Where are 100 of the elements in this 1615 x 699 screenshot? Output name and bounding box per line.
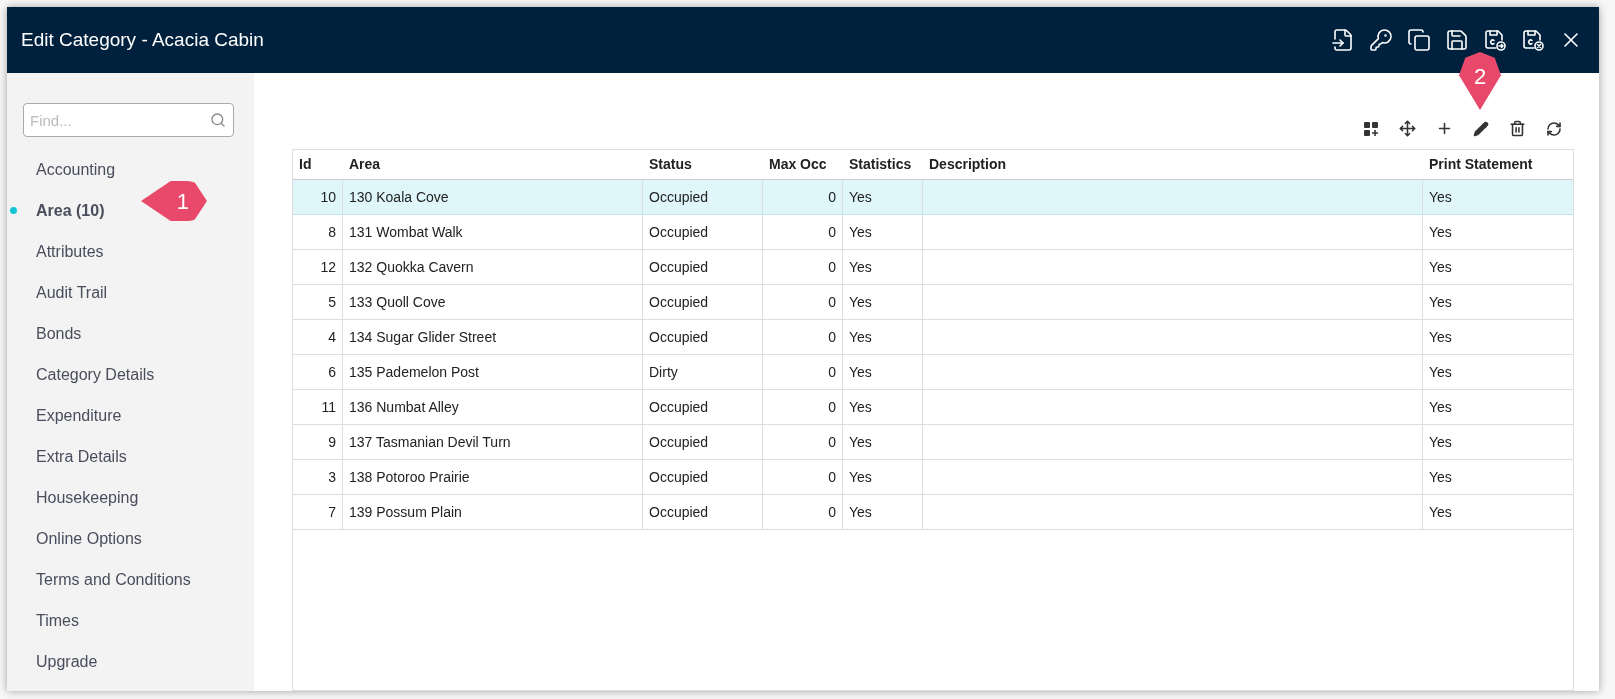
table-cell-text: Dirty	[649, 362, 678, 382]
table-row[interactable]: 3 138 Potoroo Prairie Occupied 0 Yes Yes	[293, 460, 1573, 495]
table-row[interactable]: 5 133 Quoll Cove Occupied 0 Yes Yes	[293, 285, 1573, 320]
table-cell-text: 0	[828, 502, 836, 522]
table-cell-text: 0	[828, 397, 836, 417]
table-cell-text: Yes	[849, 502, 872, 522]
table-cell-text: 11	[321, 397, 336, 417]
callout-marker: 2	[1459, 52, 1501, 110]
file-import-icon[interactable]	[1331, 28, 1355, 52]
table-cell-text: 134 Sugar Glider Street	[349, 327, 497, 347]
table-row[interactable]: 9 137 Tasmanian Devil Turn Occupied 0 Yes Yes	[293, 425, 1573, 460]
sidebar-item[interactable]: Area (10)	[36, 198, 105, 223]
table-cell-text: 138 Potoroo Prairie	[349, 467, 470, 487]
table-cell-text: 0	[828, 362, 836, 382]
table-cell-text: Occupied	[649, 292, 709, 312]
table-cell-text: 133 Quoll Cove	[349, 292, 446, 312]
table-cell-text: 132 Quokka Cavern	[349, 257, 474, 277]
column-header[interactable]: Statistics	[843, 150, 923, 179]
key-icon[interactable]	[1369, 28, 1393, 52]
column-header[interactable]: Area	[343, 150, 643, 179]
column-header[interactable]: Print Statement	[1423, 150, 1573, 179]
table-cell-text: 0	[828, 327, 836, 347]
table-row[interactable]: 8 131 Wombat Walk Occupied 0 Yes Yes	[293, 215, 1573, 250]
callout-marker: 1	[141, 181, 207, 221]
table-cell-text: 8	[328, 222, 336, 242]
sidebar-item[interactable]: Accounting	[36, 157, 116, 182]
trash-icon[interactable]	[1509, 120, 1526, 137]
table-cell-text: Yes	[1429, 187, 1452, 207]
sidebar-item[interactable]: Expenditure	[36, 403, 122, 428]
table-cell-text: Yes	[849, 362, 872, 382]
column-header[interactable]: Max Occ	[763, 150, 843, 179]
table-cell-text: 131 Wombat Walk	[349, 222, 463, 242]
table-cell-text: 5	[328, 292, 336, 312]
table-cell-text: 12	[320, 257, 336, 277]
table-cell-text: Yes	[1429, 362, 1452, 382]
table-cell-text: Yes	[849, 187, 872, 207]
column-header[interactable]: Id	[293, 150, 343, 179]
table-cell-text: Occupied	[649, 187, 709, 207]
copy-icon[interactable]	[1407, 28, 1431, 52]
search-icon	[210, 112, 226, 128]
table-cell-text: 0	[828, 467, 836, 487]
table-cell-text: Occupied	[649, 467, 709, 487]
table-cell-text: Yes	[1429, 502, 1452, 522]
refresh-icon[interactable]	[1546, 121, 1562, 137]
save-icon[interactable]	[1445, 28, 1469, 52]
table-cell-text: Occupied	[649, 257, 709, 277]
table-cell-text: Occupied	[649, 397, 709, 417]
column-header[interactable]: Status	[643, 150, 763, 179]
save-arrow-icon[interactable]	[1483, 28, 1507, 52]
sidebar-item[interactable]: Terms and Conditions	[36, 567, 191, 592]
table-cell-text: Yes	[849, 222, 872, 242]
table-cell-text: Occupied	[649, 327, 709, 347]
sidebar-item[interactable]: Category Details	[36, 362, 155, 387]
table-cell-text: Yes	[1429, 257, 1452, 277]
table-cell-text: 135 Pademelon Post	[349, 362, 479, 382]
grid-plus-icon[interactable]	[1363, 121, 1379, 137]
table-cell-text: 3	[328, 467, 336, 487]
move-icon[interactable]	[1399, 120, 1416, 137]
table-cell-text: Yes	[1429, 327, 1452, 347]
table-cell-text: Yes	[1429, 397, 1452, 417]
table-cell-text: Occupied	[649, 502, 709, 522]
table-cell-text: 7	[328, 502, 336, 522]
table-cell-text: 0	[828, 222, 836, 242]
table-cell-text: 139 Possum Plain	[349, 502, 462, 522]
table-cell-text: 9	[328, 432, 336, 452]
table-cell-text: Occupied	[649, 432, 709, 452]
table-cell-text: 6	[328, 362, 336, 382]
table-row[interactable]: 10 130 Koala Cove Occupied 0 Yes Yes	[293, 180, 1573, 215]
table-cell-text: Yes	[849, 292, 872, 312]
table-cell-text: Yes	[849, 327, 872, 347]
table-row[interactable]: 11 136 Numbat Alley Occupied 0 Yes Yes	[293, 390, 1573, 425]
sidebar-item[interactable]: Housekeeping	[36, 485, 139, 510]
save-cross-icon[interactable]	[1521, 28, 1545, 52]
sidebar-item[interactable]: Times	[36, 608, 79, 633]
search-field[interactable]: Find...	[23, 103, 234, 137]
table-cell-text: Yes	[1429, 432, 1452, 452]
sidebar-item[interactable]: Audit Trail	[36, 280, 108, 305]
table-cell-text: 0	[828, 292, 836, 312]
table-cell-text: Yes	[849, 467, 872, 487]
table-cell-text: 136 Numbat Alley	[349, 397, 459, 417]
table-cell-text: 0	[828, 187, 836, 207]
table-cell-text: Yes	[849, 432, 872, 452]
window-title: Edit Category - Acacia Cabin	[21, 27, 264, 52]
table-row[interactable]: 7 139 Possum Plain Occupied 0 Yes Yes	[293, 495, 1573, 530]
table-cell-text: 10	[320, 187, 336, 207]
sidebar-item[interactable]: Bonds	[36, 321, 82, 346]
plus-icon[interactable]	[1436, 120, 1453, 137]
table-row[interactable]: 6 135 Pademelon Post Dirty 0 Yes Yes	[293, 355, 1573, 390]
sidebar-item[interactable]: Online Options	[36, 526, 142, 551]
table-cell-text: 0	[828, 432, 836, 452]
sidebar-item[interactable]: Extra Details	[36, 444, 127, 469]
table-row[interactable]: 4 134 Sugar Glider Street Occupied 0 Yes Yes	[293, 320, 1573, 355]
column-header[interactable]: Description	[923, 150, 1423, 179]
table-cell-text: Yes	[1429, 292, 1452, 312]
sidebar-item[interactable]: Attributes	[36, 239, 104, 264]
table-row[interactable]: 12 132 Quokka Cavern Occupied 0 Yes Yes	[293, 250, 1573, 285]
table-cell-text: Yes	[849, 257, 872, 277]
table-cell-text: Occupied	[649, 222, 709, 242]
pencil-icon[interactable]	[1473, 121, 1489, 137]
sidebar-item[interactable]: Upgrade	[36, 649, 98, 674]
